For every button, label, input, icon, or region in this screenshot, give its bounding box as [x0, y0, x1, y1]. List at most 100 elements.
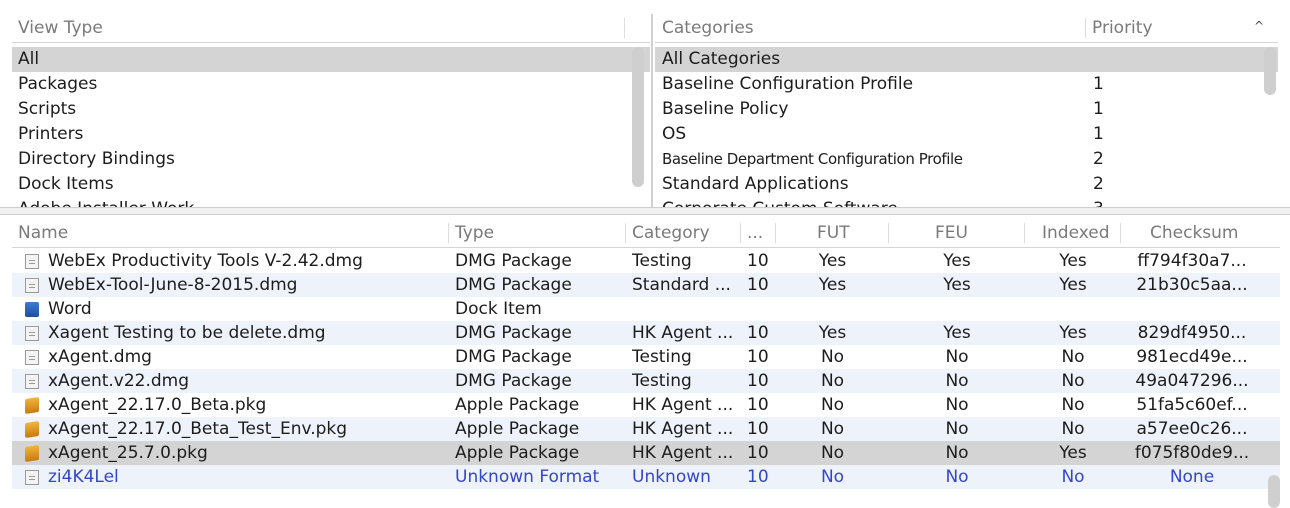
cell-fut: No [820, 467, 845, 487]
cell-category [632, 297, 740, 321]
column-header-checksum[interactable]: Checksum [1150, 219, 1239, 247]
categories-header[interactable]: Categories Priority ^ [655, 14, 1278, 43]
pane-divider-vertical[interactable] [651, 14, 653, 207]
cell-checksum: ff794f30a7... [1137, 251, 1247, 271]
view-type-scrollbar[interactable] [632, 47, 644, 187]
cell-checksum: 49a047296... [1135, 371, 1249, 391]
category-row[interactable]: Standard Applications 2 [655, 172, 1278, 197]
category-row[interactable]: Baseline Policy 1 [655, 97, 1278, 122]
view-type-item-adobe-installer[interactable]: Adobe Installer Work [12, 197, 650, 207]
pane-divider-horizontal[interactable] [0, 207, 1290, 215]
view-type-header[interactable]: View Type [12, 14, 650, 43]
cell-checksum [1122, 297, 1262, 321]
category-row[interactable]: OS 1 [655, 122, 1278, 147]
header-separator[interactable] [448, 223, 449, 243]
table-row[interactable]: xAgent_22.17.0_Beta.pkg Apple Package HK A… [12, 393, 1280, 417]
package-icon [25, 421, 39, 438]
column-header-name[interactable]: Name [18, 219, 68, 247]
table-row[interactable]: Word Dock Item [12, 297, 1280, 321]
sort-ascending-icon[interactable]: ^ [1254, 19, 1264, 33]
category-priority: 2 [1093, 149, 1104, 169]
category-row[interactable]: Baseline Department Configuration Profil… [655, 147, 1278, 172]
header-separator[interactable] [1024, 223, 1025, 243]
view-type-item-all[interactable]: All [12, 47, 650, 72]
view-type-item-scripts[interactable]: Scripts [12, 97, 650, 122]
view-type-item-label: Scripts [18, 99, 77, 119]
column-header-type[interactable]: Type [455, 219, 494, 247]
cell-feu: No [945, 467, 969, 487]
view-type-item-label: Dock Items [18, 174, 114, 194]
cell-fut: Yes [818, 323, 847, 343]
header-separator[interactable] [625, 223, 626, 243]
cell-fut: No [820, 395, 845, 415]
cell-indexed: Yes [1059, 323, 1087, 343]
cell-feu: Yes [943, 251, 971, 271]
cell-type: DMG Package [455, 371, 572, 391]
column-header-more[interactable]: ... [747, 219, 763, 247]
view-type-item-label: Directory Bindings [18, 149, 175, 169]
view-type-item-directory-bindings[interactable]: Directory Bindings [12, 147, 650, 172]
category-name: Baseline Policy [662, 99, 789, 119]
view-type-item-label: All [18, 49, 40, 69]
cell-feu: No [945, 419, 969, 439]
cell-category: Testing [632, 371, 692, 391]
table-row[interactable]: WebEx Productivity Tools V-2.42.dmg DMG P… [12, 249, 1280, 273]
cell-more: 10 [747, 275, 769, 295]
header-separator[interactable] [888, 223, 889, 243]
cell-name: xAgent_25.7.0.pkg [48, 443, 208, 463]
category-priority: 2 [1093, 174, 1104, 194]
categories-scrollbar[interactable] [1264, 47, 1276, 95]
document-icon [25, 326, 39, 341]
cell-checksum: 51fa5c60ef... [1136, 395, 1248, 415]
cell-feu: Yes [943, 323, 971, 343]
column-header-fut[interactable]: FUT [817, 219, 850, 247]
priority-header-label: Priority [1092, 18, 1153, 38]
document-icon [25, 278, 39, 293]
category-row[interactable]: All Categories [655, 47, 1278, 72]
view-type-item-label: Printers [18, 124, 84, 144]
cell-more [747, 297, 775, 321]
cell-checksum: f075f80de9... [1134, 443, 1250, 463]
category-priority: 1 [1093, 99, 1104, 119]
table-row[interactable]: xAgent_25.7.0.pkg Apple Package HK Agent .… [12, 441, 1280, 465]
cell-category: Testing [632, 251, 692, 271]
header-separator[interactable] [740, 223, 741, 243]
cell-more: 10 [747, 251, 769, 271]
view-type-item-dock-items[interactable]: Dock Items [12, 172, 650, 197]
table-row[interactable]: WebEx-Tool-June-8-2015.dmg DMG Package Sta… [12, 273, 1280, 297]
categories-header-label: Categories [662, 18, 754, 38]
column-header-feu[interactable]: FEU [935, 219, 968, 247]
cell-type: Unknown Format [455, 467, 600, 487]
column-header-indexed[interactable]: Indexed [1042, 219, 1110, 247]
cell-fut: Yes [818, 275, 847, 295]
cell-more: 10 [747, 419, 769, 439]
cell-type: DMG Package [455, 347, 572, 367]
cell-category: HK Agent ... [632, 323, 734, 343]
category-row[interactable]: Corporate Custom Software 3 [655, 197, 1278, 207]
view-type-item-packages[interactable]: Packages [12, 72, 650, 97]
table-row[interactable]: Xagent Testing to be delete.dmg DMG Packa… [12, 321, 1280, 345]
view-type-item-label: Adobe Installer Work [18, 197, 194, 207]
category-priority: 1 [1093, 74, 1104, 94]
cell-indexed: Yes [1059, 443, 1087, 463]
cell-feu: No [945, 395, 969, 415]
table-row[interactable]: xAgent.v22.dmg DMG Package Testing 10 No No No… [12, 369, 1280, 393]
cell-checksum: None [1169, 467, 1215, 487]
table-row[interactable]: xAgent_22.17.0_Beta_Test_Env.pkg Apple Pa… [12, 417, 1280, 441]
packages-table-scrollbar[interactable] [1268, 475, 1280, 508]
category-row[interactable]: Baseline Configuration Profile 1 [655, 72, 1278, 97]
cell-more: 10 [747, 371, 769, 391]
table-row[interactable]: xAgent.dmg DMG Package Testing 10 No No No 981e… [12, 345, 1280, 369]
header-separator[interactable] [1120, 223, 1121, 243]
cell-feu: Yes [943, 275, 971, 295]
cell-category: HK Agent ... [632, 419, 734, 439]
view-type-item-printers[interactable]: Printers [12, 122, 650, 147]
header-separator[interactable] [775, 223, 776, 243]
column-header-category[interactable]: Category [632, 219, 710, 247]
cell-more: 10 [747, 443, 769, 463]
cell-category: Unknown [632, 467, 711, 487]
table-row[interactable]: zi4K4Lel Unknown Format Unknown 10 No No No Non… [12, 465, 1280, 489]
cell-checksum: 981ecd49e... [1136, 347, 1248, 367]
cell-feu: No [945, 371, 969, 391]
cell-fut: Yes [818, 251, 847, 271]
